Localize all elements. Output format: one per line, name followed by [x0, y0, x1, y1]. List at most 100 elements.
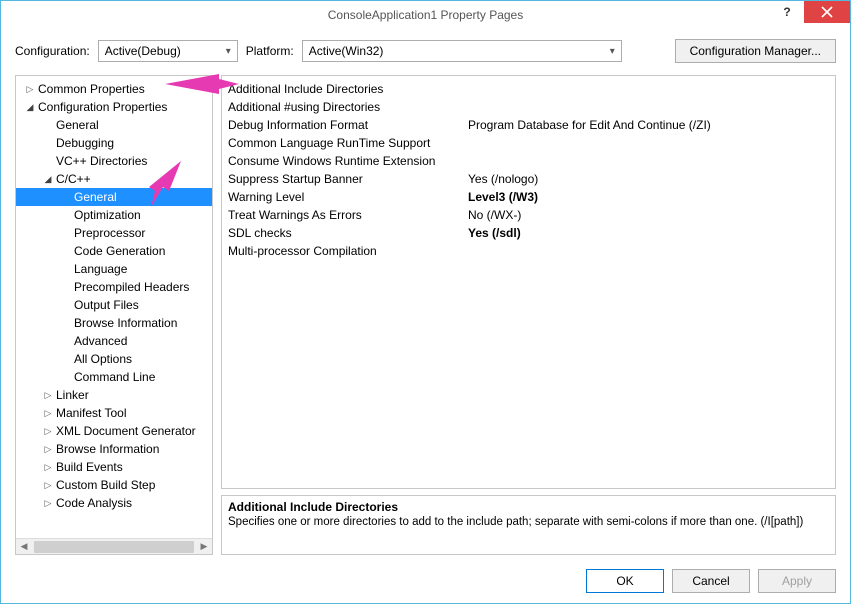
tree-item[interactable]: Precompiled Headers — [16, 278, 212, 296]
triangle-right-icon[interactable]: ▷ — [42, 408, 54, 419]
tree-item[interactable]: ▷Build Events — [16, 458, 212, 476]
property-name: Additional #using Directories — [228, 100, 468, 114]
config-row: Configuration: Active(Debug) ▾ Platform:… — [1, 29, 850, 75]
tree-item-label: Language — [72, 262, 127, 276]
tree-item[interactable]: ◢Configuration Properties — [16, 98, 212, 116]
tree-item-label: Preprocessor — [72, 226, 145, 240]
tree-item[interactable]: Command Line — [16, 368, 212, 386]
dialog-footer: OK Cancel Apply — [1, 563, 850, 603]
tree-item[interactable]: All Options — [16, 350, 212, 368]
property-name: Suppress Startup Banner — [228, 172, 468, 186]
tree-item-label: Browse Information — [72, 316, 177, 330]
tree-item[interactable]: Advanced — [16, 332, 212, 350]
chevron-down-icon: ▾ — [226, 46, 231, 57]
scroll-right-icon[interactable]: ▶ — [196, 541, 212, 552]
tree-item[interactable]: Preprocessor — [16, 224, 212, 242]
tree-item[interactable]: ▷XML Document Generator — [16, 422, 212, 440]
tree-item-label: Output Files — [72, 298, 139, 312]
property-name: Additional Include Directories — [228, 82, 468, 96]
tree-item-label: Linker — [54, 388, 89, 402]
scrollbar-thumb[interactable] — [34, 541, 194, 553]
property-name: Treat Warnings As Errors — [228, 208, 468, 222]
property-tree: ▷Common Properties◢Configuration Propert… — [15, 75, 213, 555]
tree-item-label: Configuration Properties — [36, 100, 167, 114]
titlebar: ConsoleApplication1 Property Pages ? — [1, 1, 850, 29]
help-button[interactable]: ? — [770, 1, 804, 23]
tree-item[interactable]: ▷Manifest Tool — [16, 404, 212, 422]
tree-item[interactable]: ▷Browse Information — [16, 440, 212, 458]
property-name: Multi-processor Compilation — [228, 244, 468, 258]
tree-item-label: General — [72, 190, 117, 204]
configuration-label: Configuration: — [15, 44, 90, 58]
tree-item-label: Code Analysis — [54, 496, 132, 510]
property-value[interactable]: Program Database for Edit And Continue (… — [468, 118, 829, 132]
platform-dropdown[interactable]: Active(Win32) ▾ — [302, 40, 622, 62]
tree-item-label: XML Document Generator — [54, 424, 196, 438]
tree-item-label: Optimization — [72, 208, 141, 222]
property-name: SDL checks — [228, 226, 468, 240]
triangle-down-icon[interactable]: ◢ — [24, 102, 36, 113]
configuration-dropdown[interactable]: Active(Debug) ▾ — [98, 40, 238, 62]
triangle-right-icon[interactable]: ▷ — [42, 444, 54, 455]
tree-item-label: Command Line — [72, 370, 155, 384]
tree-item[interactable]: VC++ Directories — [16, 152, 212, 170]
tree-item[interactable]: General — [16, 188, 212, 206]
property-name: Debug Information Format — [228, 118, 468, 132]
triangle-right-icon[interactable]: ▷ — [42, 480, 54, 491]
ok-button[interactable]: OK — [586, 569, 664, 593]
tree-item[interactable]: ▷Custom Build Step — [16, 476, 212, 494]
tree-item[interactable]: ▷Common Properties — [16, 80, 212, 98]
property-row[interactable]: Additional #using Directories — [228, 98, 829, 116]
property-row[interactable]: Multi-processor Compilation — [228, 242, 829, 260]
tree-item[interactable]: Browse Information — [16, 314, 212, 332]
property-row[interactable]: Common Language RunTime Support — [228, 134, 829, 152]
tree-item-label: C/C++ — [54, 172, 91, 186]
tree-item-label: Custom Build Step — [54, 478, 155, 492]
tree-item-label: Precompiled Headers — [72, 280, 189, 294]
property-name: Common Language RunTime Support — [228, 136, 468, 150]
close-button[interactable] — [804, 1, 850, 23]
tree-item[interactable]: Language — [16, 260, 212, 278]
triangle-down-icon[interactable]: ◢ — [42, 174, 54, 185]
triangle-right-icon[interactable]: ▷ — [42, 498, 54, 509]
tree-item[interactable]: Optimization — [16, 206, 212, 224]
tree-horizontal-scrollbar[interactable]: ◀ ▶ — [16, 538, 212, 554]
tree-item[interactable]: General — [16, 116, 212, 134]
tree-item-label: Debugging — [54, 136, 114, 150]
property-name: Consume Windows Runtime Extension — [228, 154, 468, 168]
tree-item[interactable]: Output Files — [16, 296, 212, 314]
property-row[interactable]: Treat Warnings As ErrorsNo (/WX-) — [228, 206, 829, 224]
tree-item-label: General — [54, 118, 99, 132]
property-row[interactable]: Consume Windows Runtime Extension — [228, 152, 829, 170]
property-value[interactable]: Yes (/sdl) — [468, 226, 829, 240]
tree-item[interactable]: ▷Linker — [16, 386, 212, 404]
property-name: Warning Level — [228, 190, 468, 204]
tree-item[interactable]: Code Generation — [16, 242, 212, 260]
tree-item[interactable]: Debugging — [16, 134, 212, 152]
triangle-right-icon[interactable]: ▷ — [42, 390, 54, 401]
property-value[interactable]: Yes (/nologo) — [468, 172, 829, 186]
property-value[interactable]: Level3 (/W3) — [468, 190, 829, 204]
property-row[interactable]: Debug Information FormatProgram Database… — [228, 116, 829, 134]
window-title: ConsoleApplication1 Property Pages — [328, 8, 523, 22]
scroll-left-icon[interactable]: ◀ — [16, 541, 32, 552]
tree-item-label: All Options — [72, 352, 132, 366]
configuration-manager-button[interactable]: Configuration Manager... — [675, 39, 836, 63]
property-row[interactable]: Additional Include Directories — [228, 80, 829, 98]
cancel-button[interactable]: Cancel — [672, 569, 750, 593]
tree-item[interactable]: ▷Code Analysis — [16, 494, 212, 512]
triangle-right-icon[interactable]: ▷ — [24, 84, 36, 95]
tree-item[interactable]: ◢C/C++ — [16, 170, 212, 188]
tree-item-label: Code Generation — [72, 244, 165, 258]
property-row[interactable]: Suppress Startup BannerYes (/nologo) — [228, 170, 829, 188]
triangle-right-icon[interactable]: ▷ — [42, 462, 54, 473]
property-grid[interactable]: Additional Include Directories Additional… — [221, 75, 836, 489]
description-body: Specifies one or more directories to add… — [228, 516, 829, 528]
description-title: Additional Include Directories — [228, 500, 829, 514]
property-value[interactable]: No (/WX-) — [468, 208, 829, 222]
property-row[interactable]: SDL checksYes (/sdl) — [228, 224, 829, 242]
property-row[interactable]: Warning LevelLevel3 (/W3) — [228, 188, 829, 206]
triangle-right-icon[interactable]: ▷ — [42, 426, 54, 437]
tree-item-label: Browse Information — [54, 442, 159, 456]
apply-button[interactable]: Apply — [758, 569, 836, 593]
